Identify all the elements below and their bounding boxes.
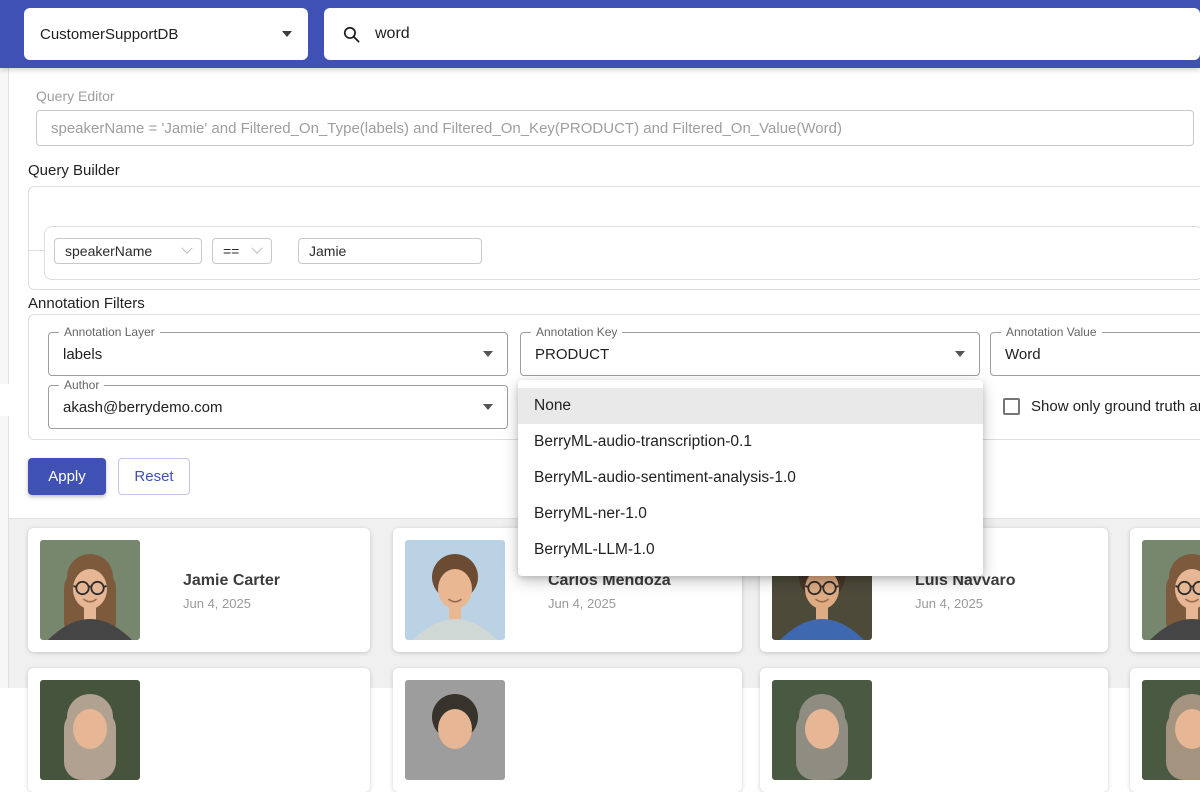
ground-truth-checkbox-row: Show only ground truth ann <box>1003 398 1200 415</box>
annotation-key-select[interactable]: Annotation Key PRODUCT <box>520 332 980 376</box>
annotation-value-label: Annotation Value <box>1001 325 1102 339</box>
rule-field-value: speakerName <box>65 243 171 259</box>
search-input-value: word <box>375 25 410 43</box>
author-value: akash@berrydemo.com <box>63 399 483 416</box>
rule-operator-value: == <box>223 243 241 259</box>
query-editor-input[interactable]: speakerName = 'Jamie' and Filtered_On_Ty… <box>36 110 1194 146</box>
chevron-down-icon <box>251 243 262 254</box>
result-card[interactable] <box>1130 528 1200 652</box>
annotation-key-label: Annotation Key <box>531 325 622 339</box>
query-builder-label: Query Builder <box>28 162 120 179</box>
avatar <box>405 540 505 640</box>
ground-truth-checkbox-label: Show only ground truth ann <box>1031 398 1200 415</box>
result-card[interactable] <box>760 668 1108 792</box>
rule-operator-select[interactable]: == <box>212 238 272 264</box>
result-card[interactable] <box>28 668 370 792</box>
result-date: Jun 4, 2025 <box>183 596 251 611</box>
arrow-drop-down-icon <box>483 351 493 357</box>
menu-item[interactable]: BerryML-LLM-1.0 <box>518 532 983 568</box>
result-date: Jun 4, 2025 <box>915 596 983 611</box>
result-card[interactable] <box>393 668 742 792</box>
arrow-drop-down-icon <box>483 404 493 410</box>
result-card[interactable] <box>1130 668 1200 792</box>
annotation-key-value: PRODUCT <box>535 346 955 363</box>
rule-connector-line <box>29 250 44 251</box>
apply-button[interactable]: Apply <box>28 458 106 495</box>
menu-item[interactable]: BerryML-ner-1.0 <box>518 496 983 532</box>
annotation-filters-label: Annotation Filters <box>28 295 145 312</box>
drawer-edge <box>0 68 9 688</box>
rule-value-text: Jamie <box>309 243 346 259</box>
menu-item[interactable]: BerryML-audio-sentiment-analysis-1.0 <box>518 460 983 496</box>
annotation-value-input[interactable]: Annotation Value Word <box>990 332 1200 376</box>
avatar <box>405 680 505 780</box>
annotation-layer-select[interactable]: Annotation Layer labels <box>48 332 508 376</box>
rule-value-input[interactable]: Jamie <box>298 238 482 264</box>
search-input[interactable]: word <box>324 8 1200 60</box>
chevron-down-icon <box>181 243 192 254</box>
annotation-key-menu: None BerryML-audio-transcription-0.1 Ber… <box>518 380 983 576</box>
app-bar: CustomerSupportDB word <box>0 0 1200 68</box>
menu-item[interactable]: BerryML-audio-transcription-0.1 <box>518 424 983 460</box>
avatar <box>40 540 140 640</box>
annotation-value-text: Word <box>1005 346 1191 363</box>
result-card[interactable]: Jamie Carter Jun 4, 2025 <box>28 528 370 652</box>
avatar <box>40 680 140 780</box>
reset-button[interactable]: Reset <box>118 458 190 495</box>
ground-truth-checkbox[interactable] <box>1003 398 1020 415</box>
query-editor-label: Query Editor <box>36 88 115 104</box>
result-name: Jamie Carter <box>183 572 280 590</box>
author-label: Author <box>59 378 104 392</box>
menu-item-none[interactable]: None <box>518 388 983 424</box>
rule-field-select[interactable]: speakerName <box>54 238 202 264</box>
database-select-value: CustomerSupportDB <box>40 26 282 43</box>
avatar <box>1142 680 1200 780</box>
database-select[interactable]: CustomerSupportDB <box>24 8 308 60</box>
result-date: Jun 4, 2025 <box>548 596 616 611</box>
avatar <box>1142 540 1200 640</box>
annotation-layer-label: Annotation Layer <box>59 325 160 339</box>
drawer-handle <box>0 384 10 416</box>
arrow-drop-down-icon <box>955 351 965 357</box>
arrow-drop-down-icon <box>282 31 292 37</box>
annotation-layer-value: labels <box>63 346 483 363</box>
search-icon <box>342 25 361 44</box>
author-select[interactable]: Author akash@berrydemo.com <box>48 385 508 429</box>
avatar <box>772 680 872 780</box>
